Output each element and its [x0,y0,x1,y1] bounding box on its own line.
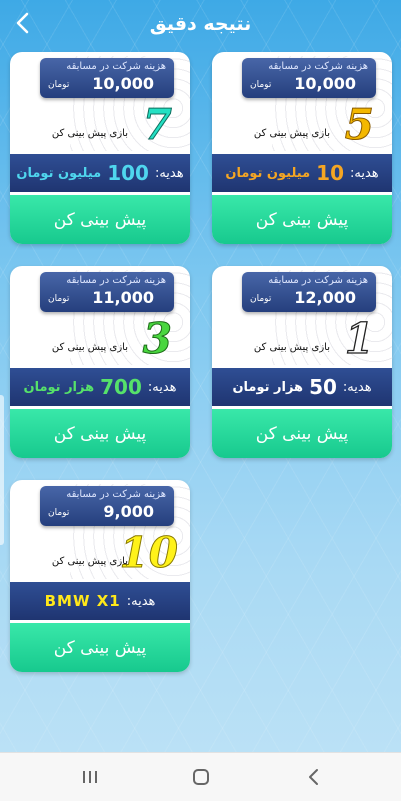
fee-label: هزینه شرکت در مسابقه [66,61,166,72]
game-label: بازی پیش بینی کن [51,556,128,567]
system-navigation-bar [0,752,401,801]
prize-bar: هدیه: 100 میلیون تومان [10,154,190,192]
prize-label: هدیه: [147,379,177,395]
contest-card-1-game: هزینه شرکت در مسابقه 12,000 تومان 1 بازی… [212,266,392,458]
fee-unit: تومان [250,294,272,304]
fee-unit: تومان [48,80,70,90]
prize-label: هدیه: [342,379,372,395]
entry-fee-box: هزینه شرکت در مسابقه 11,000 تومان [40,272,174,312]
prize-unit: میلیون تومان [225,165,311,181]
back-button[interactable] [8,8,38,38]
prize-amount: 100 [107,161,149,185]
fee-label: هزینه شرکت در مسابقه [268,275,368,286]
fee-unit: تومان [48,508,70,518]
prize-label: هدیه: [350,165,379,181]
prize-bar: هدیه: 50 هزار تومان [212,368,392,406]
game-count: 5 [344,100,374,149]
prize-unit: هزار تومان [232,379,304,395]
fee-amount: 12,000 [294,288,356,307]
system-back-button[interactable] [300,765,328,789]
fee-label: هزینه شرکت در مسابقه [268,61,368,72]
fee-amount: 9,000 [103,502,154,521]
entry-fee-box: هزینه شرکت در مسابقه 9,000 تومان [40,486,174,526]
game-label: بازی پیش بینی کن [51,128,128,139]
home-icon [193,769,209,785]
prize-label: هدیه: [154,165,184,181]
game-count: 7 [142,100,172,149]
prize-amount: 50 [309,375,337,399]
app-header: نتیجه دقیق [0,0,401,48]
recent-apps-button[interactable] [76,765,104,789]
edge-panel-handle[interactable] [0,395,4,545]
fee-unit: تومان [48,294,70,304]
prize-amount: 700 [100,375,142,399]
fee-unit: تومان [250,80,272,90]
predict-button[interactable]: پیش بینی کن [212,409,392,458]
predict-button[interactable]: پیش بینی کن [10,409,190,458]
prize-label: هدیه: [126,593,156,609]
fee-label: هزینه شرکت در مسابقه [66,275,166,286]
prize-unit: هزار تومان [23,379,95,395]
game-count: 10 [119,528,178,577]
recent-apps-icon [83,771,97,783]
chevron-left-icon [16,12,29,34]
prize-amount: BMW X1 [44,592,121,610]
game-label: بازی پیش بینی کن [51,342,128,353]
prize-bar: هدیه: 700 هزار تومان [10,368,190,406]
fee-amount: 10,000 [294,74,356,93]
page-title: نتیجه دقیق [149,13,252,35]
prize-unit: میلیون تومان [16,165,102,181]
entry-fee-box: هزینه شرکت در مسابقه 10,000 تومان [40,58,174,98]
game-label: بازی پیش بینی کن [253,128,330,139]
prize-bar: هدیه: 10 میلیون تومان [212,154,392,192]
home-button[interactable] [187,765,215,789]
predict-button[interactable]: پیش بینی کن [10,623,190,672]
fee-amount: 11,000 [92,288,154,307]
entry-fee-box: هزینه شرکت در مسابقه 10,000 تومان [242,58,376,98]
prize-amount: 10 [316,161,344,185]
fee-amount: 10,000 [92,74,154,93]
prize-bar: هدیه: BMW X1 [10,582,190,620]
game-label: بازی پیش بینی کن [253,342,330,353]
fee-label: هزینه شرکت در مسابقه [66,489,166,500]
predict-button[interactable]: پیش بینی کن [212,195,392,244]
contest-card-5-games: هزینه شرکت در مسابقه 10,000 تومان 5 بازی… [212,52,392,244]
game-count: 3 [142,314,172,363]
contest-card-3-games: هزینه شرکت در مسابقه 11,000 تومان 3 بازی… [10,266,190,458]
predict-button[interactable]: پیش بینی کن [10,195,190,244]
game-count: 1 [344,314,375,363]
contest-card-7-games: هزینه شرکت در مسابقه 10,000 تومان 7 بازی… [10,52,190,244]
back-icon [309,769,318,785]
contest-card-10-games: هزینه شرکت در مسابقه 9,000 تومان 10 بازی… [10,480,190,672]
entry-fee-box: هزینه شرکت در مسابقه 12,000 تومان [242,272,376,312]
